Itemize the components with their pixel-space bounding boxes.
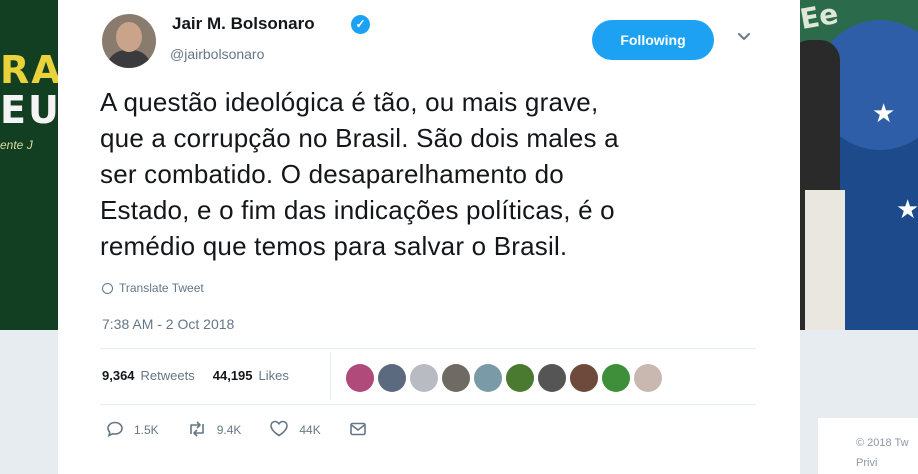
- author-handle[interactable]: @jairbolsonaro: [170, 46, 264, 62]
- liker-avatar[interactable]: [506, 364, 534, 392]
- likes-label[interactable]: Likes: [259, 368, 289, 383]
- likes-count[interactable]: 44,195: [213, 368, 253, 383]
- liker-avatar[interactable]: [378, 364, 406, 392]
- tweet-line: Estado, e o fim das indicações políticas…: [100, 195, 615, 225]
- banner-text-line2: EUS: [0, 88, 58, 132]
- background-left-panel: RAS EUS ente J: [0, 0, 58, 474]
- avatar[interactable]: [102, 14, 156, 68]
- divider: [100, 404, 756, 405]
- tweet-line: que a corrupção no Brasil. São dois male…: [100, 123, 619, 153]
- footer-text: © 2018 Tw Privi: [856, 433, 909, 473]
- reply-button[interactable]: 1.5K: [106, 421, 159, 440]
- retweet-button[interactable]: 9.4K: [187, 420, 242, 440]
- like-count: 44K: [299, 423, 321, 437]
- divider: [100, 348, 756, 349]
- star-icon: ★: [872, 98, 896, 128]
- star-icon: ★: [896, 194, 918, 224]
- banner-text-line1: RAS: [0, 48, 58, 92]
- tweet-text: A questão ideológica é tão, ou mais grav…: [100, 84, 750, 264]
- liker-avatar[interactable]: [410, 364, 438, 392]
- liker-avatar[interactable]: [442, 364, 470, 392]
- tweet-line: ser combatido. O desaparelhamento do: [100, 159, 564, 189]
- retweets-label[interactable]: Retweets: [141, 368, 195, 383]
- envelope-icon: [349, 421, 367, 440]
- liker-avatar[interactable]: [634, 364, 662, 392]
- reply-icon: [106, 421, 124, 440]
- divider: [330, 352, 331, 400]
- tweet-timestamp[interactable]: 7:38 AM - 2 Oct 2018: [102, 316, 234, 332]
- likers-avatars: [346, 364, 662, 392]
- liker-avatar[interactable]: [538, 364, 566, 392]
- liker-avatar[interactable]: [474, 364, 502, 392]
- profile-banner-image: RAS EUS ente J: [0, 0, 58, 330]
- globe-icon: [102, 282, 113, 294]
- verified-badge-icon: ✓: [351, 15, 370, 34]
- author-name[interactable]: Jair M. Bolsonaro: [172, 14, 315, 34]
- footer-copyright[interactable]: © 2018 Tw: [856, 433, 909, 453]
- tweet-line: remédio que temos para salvar o Brasil.: [100, 231, 568, 261]
- footer-privacy-link[interactable]: Privi: [856, 453, 909, 473]
- tweet-card: Jair M. Bolsonaro ✓ @jairbolsonaro Follo…: [58, 0, 800, 474]
- like-button[interactable]: 44K: [269, 420, 321, 440]
- tweet-stats: 9,364 Retweets 44,195 Likes: [102, 368, 289, 383]
- translate-label: Translate Tweet: [119, 281, 204, 295]
- banner-small-text: ente J: [0, 138, 33, 152]
- background-right-panel: Ee ★ ★ © 2018 Tw Privi: [800, 0, 918, 474]
- tweet-line: A questão ideológica é tão, ou mais grav…: [100, 87, 599, 117]
- retweets-count[interactable]: 9,364: [102, 368, 135, 383]
- tweet-actions: 1.5K 9.4K 44K: [106, 420, 395, 440]
- liker-avatar[interactable]: [570, 364, 598, 392]
- reply-count: 1.5K: [134, 423, 159, 437]
- retweet-icon: [187, 420, 207, 440]
- liker-avatar[interactable]: [602, 364, 630, 392]
- chevron-down-icon[interactable]: [736, 28, 752, 44]
- background-photo: Ee ★ ★: [800, 0, 918, 330]
- liker-avatar[interactable]: [346, 364, 374, 392]
- direct-message-button[interactable]: [349, 421, 367, 440]
- following-button[interactable]: Following: [592, 20, 714, 60]
- heart-icon: [269, 420, 289, 440]
- retweet-count: 9.4K: [216, 423, 242, 437]
- translate-tweet-link[interactable]: Translate Tweet: [102, 281, 204, 295]
